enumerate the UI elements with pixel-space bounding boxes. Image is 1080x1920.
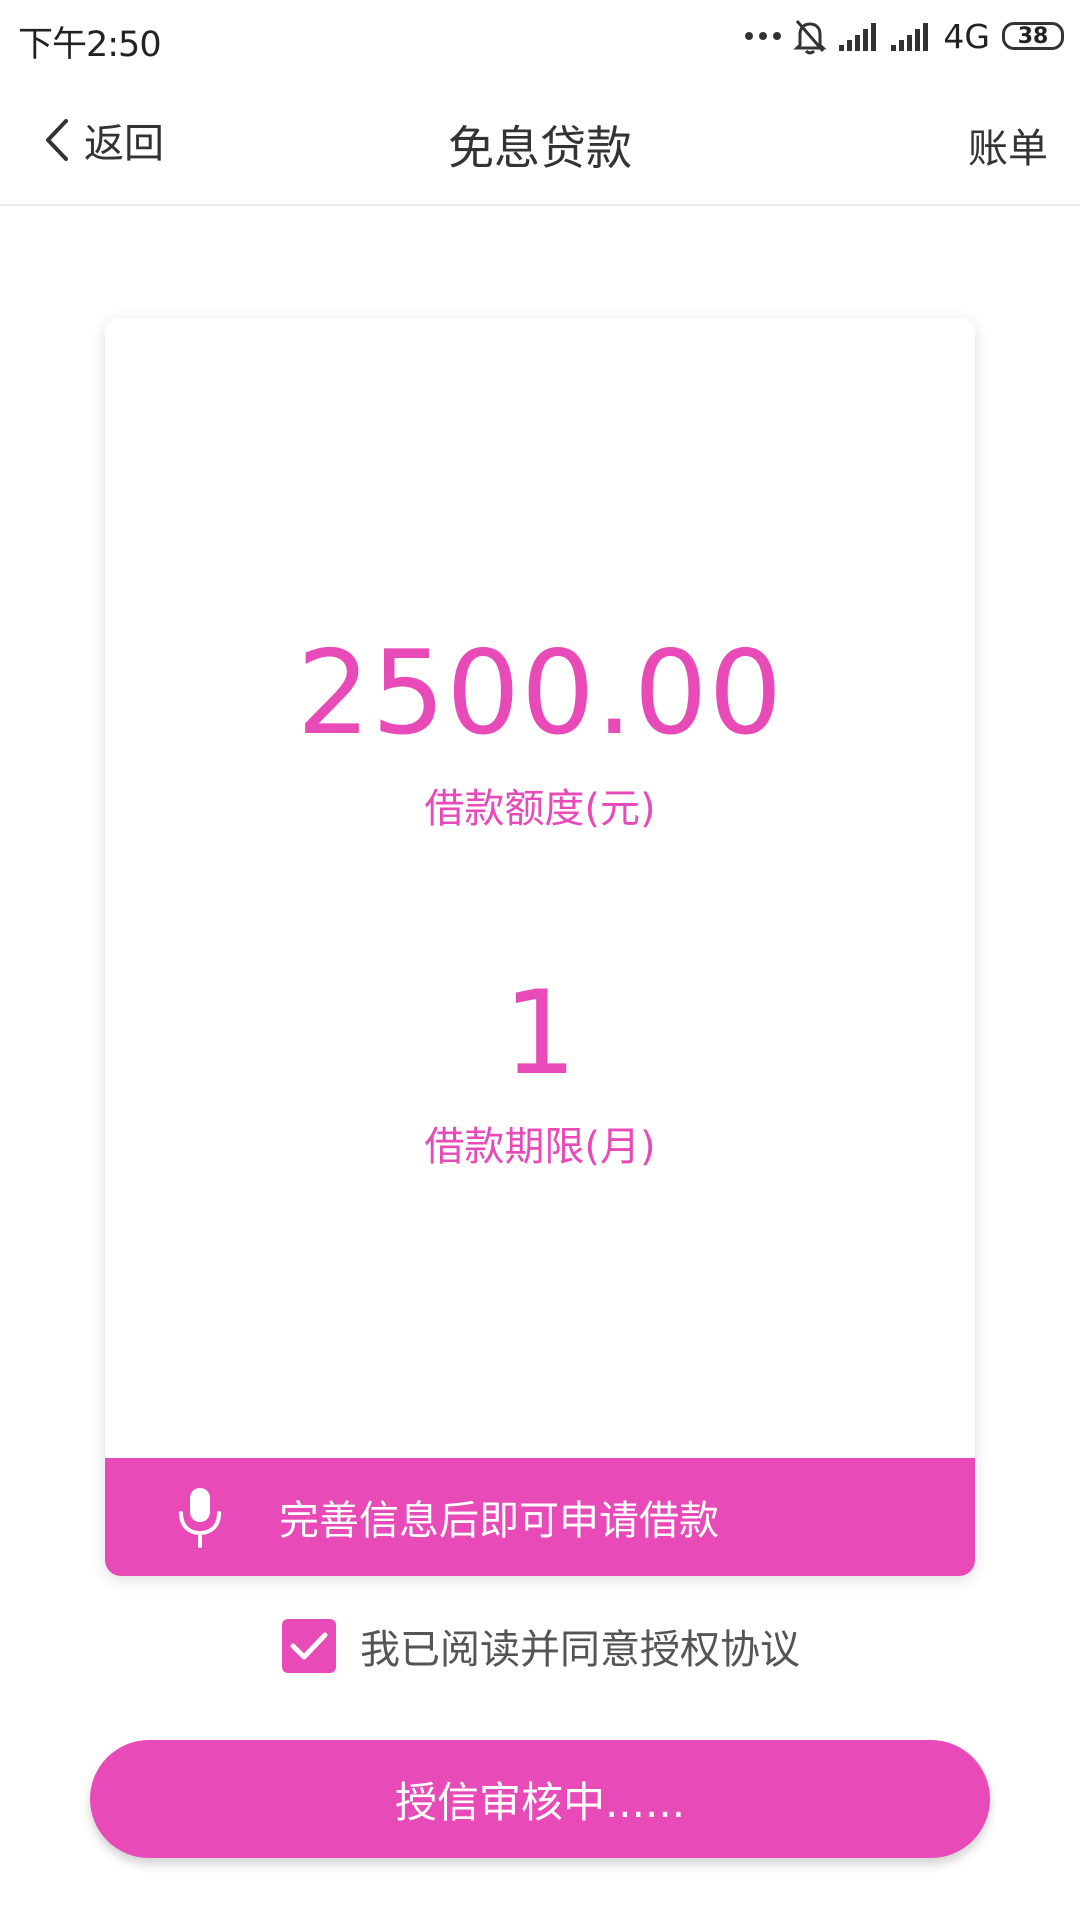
status-time: 下午2:50 [18,25,162,65]
credit-review-button[interactable]: 授信审核中...... [90,1740,990,1858]
microphone-icon [179,1488,221,1548]
signal-icon [891,23,929,51]
status-icons: 4G 38 [745,14,1064,58]
status-bar: 下午2:50 4G 38 [0,0,1080,74]
signal-icon [839,23,877,51]
bell-off-icon [793,20,828,55]
battery-icon: 38 [1002,22,1064,50]
info-banner: 完善信息后即可申请借款 [105,1458,975,1576]
page-title: 免息贷款 [448,121,632,175]
loan-amount-value: 2500.00 [296,626,784,761]
more-dots-icon [745,32,782,40]
network-type: 4G [943,16,990,56]
loan-amount-label: 借款额度(元) [424,786,656,832]
bills-link[interactable]: 账单 [968,116,1048,174]
loan-term-label: 借款期限(月) [424,1124,656,1170]
loan-card: 2500.00 借款额度(元) 1 借款期限(月) 完善信息后即可申请借款 [105,318,975,1576]
checkmark-icon [290,1632,328,1660]
agreement-checkbox[interactable] [282,1619,336,1673]
nav-bar: 返回 免息贷款 账单 [0,74,1080,206]
agreement-row[interactable]: 我已阅读并同意授权协议 [282,1617,800,1675]
banner-text: 完善信息后即可申请借款 [279,1498,719,1544]
battery-level: 38 [1017,23,1049,49]
loan-term-value: 1 [503,966,577,1101]
agreement-text: 我已阅读并同意授权协议 [360,1627,800,1673]
